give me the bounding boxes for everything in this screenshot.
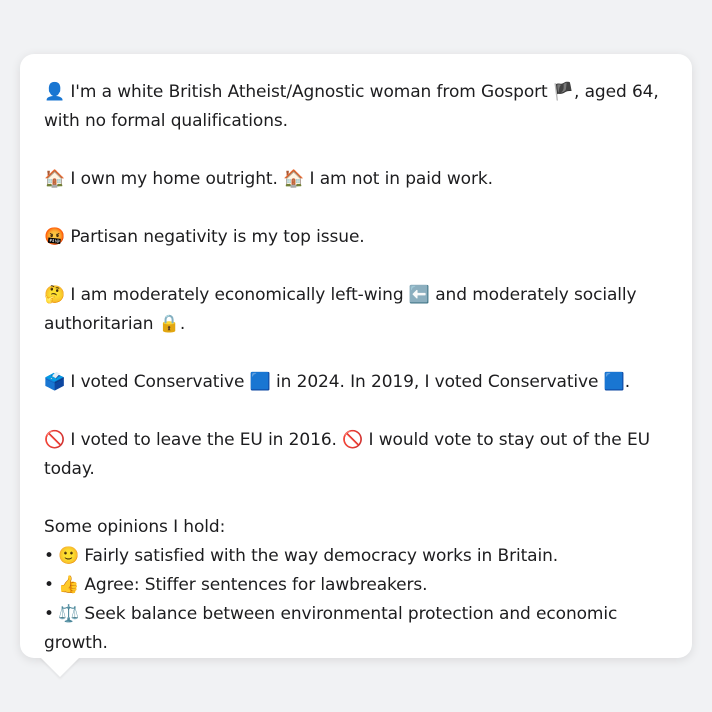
house-icon: 🏠 [283, 169, 305, 189]
house-icon: 🏠 [44, 169, 66, 189]
person-icon: 👤 [44, 82, 66, 102]
intro-paragraph: 👤 I'm a white British Atheist/Agnostic w… [44, 78, 668, 136]
blue-square-icon: 🟦 [603, 372, 625, 392]
ballot-box-icon: 🗳️ [44, 372, 66, 392]
voting-paragraph: 🗳️ I voted Conservative 🟦 in 2024. In 20… [44, 368, 668, 397]
ideology-paragraph: 🤔 I am moderately economically left-wing… [44, 281, 668, 339]
ideology-text-a: I am moderately economically left-wing [65, 285, 409, 305]
list-item: • ⚖️ Seek balance between environmental p… [44, 600, 668, 658]
thumbs-up-icon: 👍 [58, 575, 80, 595]
housing-text-b: I am not in paid work. [304, 169, 493, 189]
opinions-heading: Some opinions I hold: [44, 517, 226, 537]
scales-icon: ⚖️ [58, 604, 80, 624]
bubble-tail [40, 657, 80, 677]
slight-smile-icon: 🙂 [58, 546, 80, 566]
thinking-face-icon: 🤔 [44, 285, 66, 305]
voting-text-a: I voted Conservative [65, 372, 250, 392]
ideology-text-c: . [179, 314, 186, 334]
voting-text-b: in 2024. In 2019, I voted Conservative [270, 372, 604, 392]
voting-text-c: . [624, 372, 631, 392]
prohibited-icon: 🚫 [342, 430, 364, 450]
opinions-section: Some opinions I hold: • 🙂 Fairly satisfie… [44, 513, 668, 658]
lock-icon: 🔒 [158, 314, 180, 334]
list-item: • 🙂 Fairly satisfied with the way democra… [44, 542, 668, 571]
message-bubble: 👤 I'm a white British Atheist/Agnostic w… [20, 54, 692, 658]
angry-face-icon: 🤬 [44, 227, 66, 247]
blue-square-icon: 🟦 [249, 372, 271, 392]
bullet: • [44, 546, 54, 566]
issue-text: Partisan negativity is my top issue. [65, 227, 365, 247]
eu-paragraph: 🚫 I voted to leave the EU in 2016. 🚫 I w… [44, 426, 668, 484]
housing-paragraph: 🏠 I own my home outright. 🏠 I am not in … [44, 165, 668, 194]
housing-text-a: I own my home outright. [65, 169, 284, 189]
bullet: • [44, 604, 54, 624]
issue-paragraph: 🤬 Partisan negativity is my top issue. [44, 223, 668, 252]
intro-text-a: I'm a white British Atheist/Agnostic wom… [65, 82, 553, 102]
prohibited-icon: 🚫 [44, 430, 66, 450]
left-arrow-icon: ⬅️ [408, 285, 430, 305]
eu-text-a: I voted to leave the EU in 2016. [65, 430, 343, 450]
opinions-list: • 🙂 Fairly satisfied with the way democra… [44, 542, 668, 658]
opinion-text: Seek balance between environmental prote… [44, 604, 618, 653]
list-item: • 👍 Agree: Stiffer sentences for lawbreak… [44, 571, 668, 600]
england-flag-icon: 🏴 [552, 82, 574, 102]
opinion-text: Fairly satisfied with the way democracy … [79, 546, 559, 566]
opinion-text: Agree: Stiffer sentences for lawbreakers… [79, 575, 428, 595]
bullet: • [44, 575, 54, 595]
